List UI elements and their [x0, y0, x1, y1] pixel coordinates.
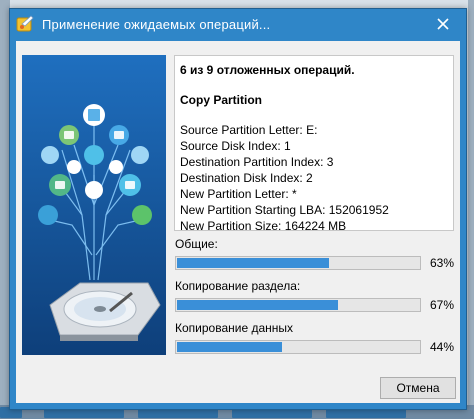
disk-tree-illustration [22, 55, 166, 355]
operation-info-panel: 6 из 9 отложенных операций. Copy Partiti… [174, 55, 454, 233]
detail-line: New Partition Letter: * [180, 187, 297, 201]
data-copy-progress-bar [175, 340, 421, 354]
dialog-title: Применение ожидаемых операций... [42, 17, 271, 32]
close-icon [437, 18, 449, 30]
background-window-edge [468, 0, 474, 419]
detail-line: New Partition Starting LBA: 152061952 [180, 203, 389, 217]
dialog-body: 6 из 9 отложенных операций. Copy Partiti… [16, 41, 460, 403]
close-button[interactable] [420, 9, 466, 39]
detail-line: Destination Disk Index: 2 [180, 171, 313, 185]
partition-copy-progress-bar [175, 298, 421, 312]
partition-copy-progress-percent: 67% [429, 298, 454, 312]
progress-fill [177, 300, 339, 310]
operations-count: 6 из 9 отложенных операций. [180, 63, 355, 77]
progress-fill [177, 342, 283, 352]
operation-name: Copy Partition [180, 93, 263, 107]
overall-progress-label: Общие: [175, 237, 218, 251]
detail-line: Source Partition Letter: E: [180, 123, 318, 137]
detail-line: Destination Partition Index: 3 [180, 155, 334, 169]
detail-line: Source Disk Index: 1 [180, 139, 291, 153]
pending-operations-dialog: Применение ожидаемых операций... 6 из 9 … [9, 8, 467, 410]
title-bar[interactable]: Применение ожидаемых операций... [10, 9, 466, 39]
progress-fill [177, 258, 329, 268]
detail-line: New Partition Size: 164224 MB [180, 219, 347, 233]
data-copy-progress-percent: 44% [429, 340, 454, 354]
overall-progress-bar [175, 256, 421, 270]
cancel-button[interactable]: Отмена [380, 377, 456, 399]
overall-progress-percent: 63% [429, 256, 454, 270]
data-copy-progress-label: Копирование данных [175, 321, 294, 335]
partition-copy-progress-label: Копирование раздела: [175, 279, 301, 293]
app-logo-icon [16, 15, 34, 33]
